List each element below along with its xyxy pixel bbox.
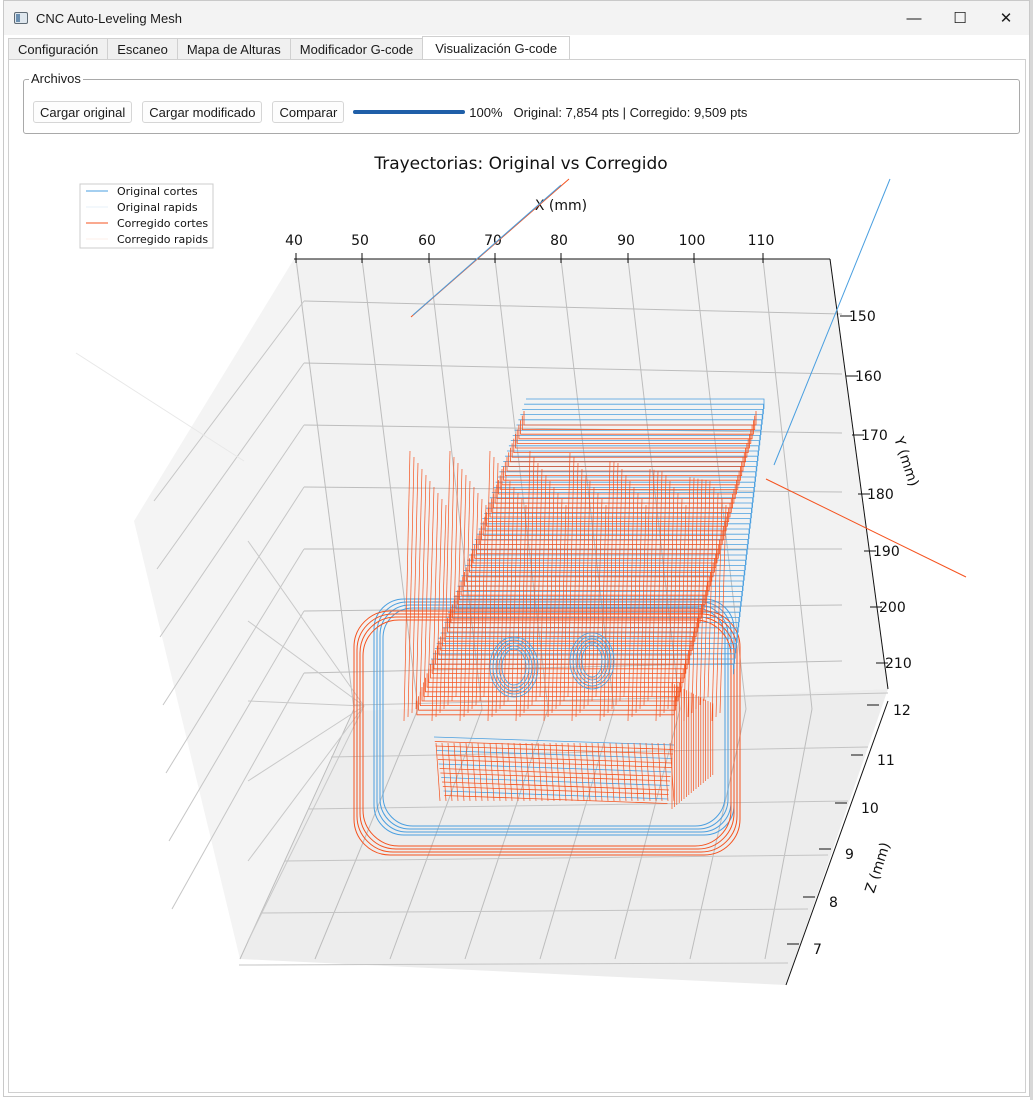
x-tick-label: 70 <box>484 233 502 249</box>
legend-entry: Corregido rapids <box>117 233 208 246</box>
x-tick-label: 90 <box>617 233 635 249</box>
z-tick-label: 11 <box>877 753 895 769</box>
y-tick-label: 200 <box>879 600 906 616</box>
y-tick-label: 170 <box>861 428 888 444</box>
z-tick-label: 10 <box>861 801 879 817</box>
x-tick-label: 80 <box>550 233 568 249</box>
x-tick-label: 60 <box>418 233 436 249</box>
app-window: CNC Auto-Leveling Mesh — ☐ ✕ Configuraci… <box>3 0 1030 1097</box>
y-axis-label: Y (mm) <box>890 434 921 489</box>
legend-entry: Original cortes <box>117 185 198 198</box>
z-tick-label: 7 <box>813 942 822 958</box>
legend-entry: Corregido cortes <box>117 217 208 230</box>
x-tick-label: 100 <box>679 233 706 249</box>
z-tick-label: 8 <box>829 895 838 911</box>
y-tick-label: 180 <box>867 487 894 503</box>
y-tick-label: 150 <box>849 309 876 325</box>
legend-entry: Original rapids <box>117 201 198 214</box>
x-tick-label: 110 <box>748 233 775 249</box>
x-tick-label: 40 <box>285 233 303 249</box>
y-tick-label: 190 <box>873 544 900 560</box>
chart-title: Trayectorias: Original vs Corregido <box>373 154 667 174</box>
z-tick-label: 12 <box>893 703 911 719</box>
x-tick-label: 50 <box>351 233 369 249</box>
z-axis-label: Z (mm) <box>863 840 894 895</box>
y-tick-label: 210 <box>885 656 912 672</box>
z-tick-label: 9 <box>845 847 854 863</box>
y-tick-label: 160 <box>855 369 882 385</box>
toolpath-3d-plot[interactable]: 40 50 60 70 80 90 100 110X (mm)1501601701801902… <box>4 1 1029 1096</box>
